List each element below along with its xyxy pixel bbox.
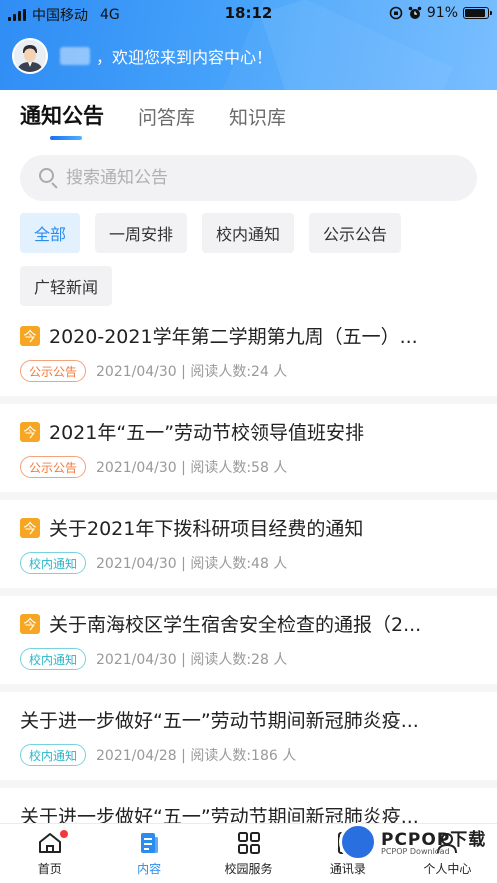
tab-label: 通知公告 [20,104,104,128]
nav-label: 首页 [37,862,62,876]
bottom-nav: 首页 内容 校园服务 通讯录 个人中心 [0,823,497,883]
pinned-icon: 今 [20,325,40,346]
status-right: 91% [389,5,492,21]
filter-chip-campus-notice[interactable]: 校内通知 [202,213,295,253]
notice-date-reads: 2021/04/30 | 阅读人数:28 人 [96,652,288,668]
category-tag: 校内通知 [20,648,87,670]
alarm-icon [408,6,422,19]
pinned-icon: 今 [20,421,40,442]
pinned-icon: 今 [20,613,40,634]
notice-title: 2021年“五一”劳动节校领导值班安排 [49,422,365,444]
filter-chips: 全部 一周安排 校内通知 公示公告 广轻新闻 [20,213,490,306]
list-item[interactable]: 今 关于2021年下拨科研项目经费的通知 校内通知 2021/04/30 | 阅… [0,500,497,596]
tab-label: 知识库 [229,107,287,129]
notice-meta: 公示公告 2021/04/30 | 阅读人数:24 人 [20,359,477,383]
tab-active-indicator [50,136,82,140]
person-icon [437,833,458,854]
notice-title-row: 今 关于南海校区学生宿舍安全检查的通报（2... [20,610,477,637]
list-item[interactable]: 今 2021年“五一”劳动节校领导值班安排 公示公告 2021/04/30 | … [0,404,497,500]
notice-list: 今 2020-2021学年第二学期第九周（五一）... 公示公告 2021/04… [0,308,497,829]
notice-meta: 校内通知 2021/04/30 | 阅读人数:28 人 [20,647,477,671]
filter-chip-all[interactable]: 全部 [20,213,81,253]
list-item[interactable]: 今 关于南海校区学生宿舍安全检查的通报（2... 校内通知 2021/04/30… [0,596,497,692]
notice-title-row: 今 2021年“五一”劳动节校领导值班安排 [20,418,477,445]
document-icon [141,833,159,853]
list-item[interactable]: 今 2020-2021学年第二学期第九周（五一）... 公示公告 2021/04… [0,308,497,404]
filter-chip-announcement[interactable]: 公示公告 [309,213,402,253]
nav-profile[interactable]: 个人中心 [398,824,497,883]
username-redacted [60,47,90,65]
list-item[interactable]: 关于进一步做好“五一”劳动节期间新冠肺炎疫... 校内通知 2021/04/28… [0,692,497,788]
tab-knowledge[interactable]: 知识库 [229,103,286,140]
nav-campus-services[interactable]: 校园服务 [199,824,298,883]
search-icon [38,167,60,189]
category-tag: 校内通知 [20,744,87,766]
avatar[interactable] [12,38,48,74]
header-banner: 中国移动 4G 18:12 91% ，欢迎您来到内容中心！ [0,0,497,90]
notice-title: 关于南海校区学生宿舍安全检查的通报（2... [49,614,422,636]
notice-title-row: 今 关于2021年下拨科研项目经费的通知 [20,514,477,541]
content-tabs: 通知公告 问答库 知识库 [20,100,286,140]
welcome-text: ，欢迎您来到内容中心！ [96,48,273,67]
notice-title-row: 今 2020-2021学年第二学期第九周（五一）... [20,322,477,349]
tab-qa[interactable]: 问答库 [138,103,195,140]
notice-date-reads: 2021/04/28 | 阅读人数:186 人 [96,748,297,764]
nav-home[interactable]: 首页 [0,824,99,883]
grid-icon [237,832,260,854]
filter-chip-news[interactable]: 广轻新闻 [20,266,113,306]
notice-date-reads: 2021/04/30 | 阅读人数:58 人 [96,460,288,476]
category-tag: 公示公告 [20,360,87,382]
notice-meta: 校内通知 2021/04/28 | 阅读人数:186 人 [20,743,477,767]
category-tag: 校内通知 [20,552,87,574]
nav-label: 通讯录 [329,862,366,876]
tab-notices[interactable]: 通知公告 [20,100,104,140]
search-bar[interactable] [20,155,477,201]
tab-label: 问答库 [138,107,196,129]
notice-title: 关于进一步做好“五一”劳动节期间新冠肺炎疫... [20,710,419,732]
welcome-row: ，欢迎您来到内容中心！ [12,38,272,74]
notification-badge [59,829,69,839]
notice-date-reads: 2021/04/30 | 阅读人数:24 人 [96,364,288,380]
battery-percent: 91% [426,5,458,21]
nav-label: 校园服务 [224,862,273,876]
category-tag: 公示公告 [20,456,87,478]
pinned-icon: 今 [20,517,40,538]
notice-meta: 公示公告 2021/04/30 | 阅读人数:58 人 [20,455,477,479]
notice-date-reads: 2021/04/30 | 阅读人数:48 人 [96,556,288,572]
search-input[interactable] [66,168,446,188]
notice-title-row: 关于进一步做好“五一”劳动节期间新冠肺炎疫... [20,706,477,733]
notice-title: 关于2021年下拨科研项目经费的通知 [49,518,364,540]
nav-content[interactable]: 内容 [99,824,198,883]
avatar-person-icon [14,40,46,72]
rotation-lock-icon [389,6,403,20]
status-bar: 中国移动 4G 18:12 91% [0,0,497,26]
notice-meta: 校内通知 2021/04/30 | 阅读人数:48 人 [20,551,477,575]
notice-title: 2020-2021学年第二学期第九周（五一）... [49,326,418,348]
nav-contacts[interactable]: 通讯录 [298,824,397,883]
nav-label: 内容 [137,862,162,876]
battery-icon [463,7,492,19]
contacts-icon [337,832,356,854]
nav-label: 个人中心 [423,862,472,876]
filter-chip-weekly[interactable]: 一周安排 [95,213,188,253]
